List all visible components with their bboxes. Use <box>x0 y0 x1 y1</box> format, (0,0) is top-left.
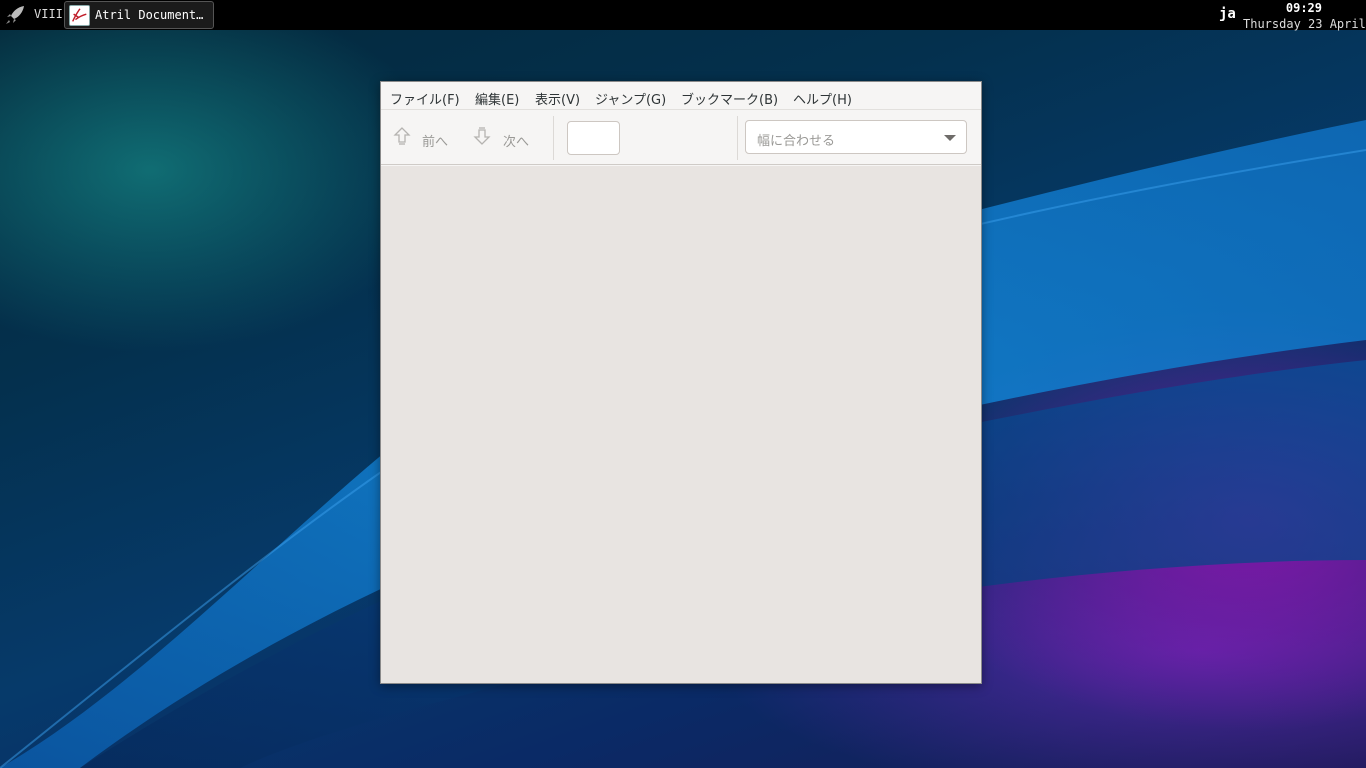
menu-view[interactable]: 表示(V) <box>535 89 580 108</box>
menu-help[interactable]: ヘルプ(H) <box>793 89 852 108</box>
chevron-down-icon <box>944 135 956 141</box>
zoom-select-value: 幅に合わせる <box>757 134 836 149</box>
workspace-indicator[interactable]: VIII <box>34 7 63 21</box>
previous-page-button[interactable]: 前へ <box>389 110 457 165</box>
menu-file[interactable]: ファイル(F) <box>390 89 460 108</box>
next-page-label: 次へ <box>503 135 530 150</box>
page-number-input[interactable] <box>567 121 620 155</box>
keyboard-layout-indicator[interactable]: ja <box>1219 6 1236 22</box>
top-panel: VIII Atril Document… ja 09:29 Thursday 2… <box>0 0 1366 31</box>
toolbar: 前へ 次へ 幅に合わせる <box>381 110 981 165</box>
document-view[interactable] <box>381 166 981 683</box>
menu-bookmarks[interactable]: ブックマーク(B) <box>681 89 778 108</box>
previous-page-label: 前へ <box>422 135 449 150</box>
zoom-select[interactable]: 幅に合わせる <box>745 120 967 154</box>
toolbar-separator <box>737 116 738 160</box>
clock-date[interactable]: Thursday 23 April <box>1243 17 1366 31</box>
atril-window: ファイル(F) 編集(E) 表示(V) ジャンプ(G) ブックマーク(B) ヘル… <box>380 81 982 684</box>
menu-edit[interactable]: 編集(E) <box>475 89 519 108</box>
taskbar-item-atril[interactable]: Atril Document… <box>64 1 214 29</box>
menu-bar: ファイル(F) 編集(E) 表示(V) ジャンプ(G) ブックマーク(B) ヘル… <box>381 82 981 110</box>
arrow-up-icon <box>393 127 411 145</box>
toolbar-separator <box>553 116 554 160</box>
atril-app-icon <box>69 5 90 26</box>
clock-time[interactable]: 09:29 <box>1286 1 1322 15</box>
rocket-icon[interactable] <box>4 5 26 25</box>
arrow-down-icon <box>473 127 491 145</box>
taskbar-item-label: Atril Document… <box>95 8 204 22</box>
menu-go[interactable]: ジャンプ(G) <box>595 89 666 108</box>
next-page-button[interactable]: 次へ <box>471 110 539 165</box>
